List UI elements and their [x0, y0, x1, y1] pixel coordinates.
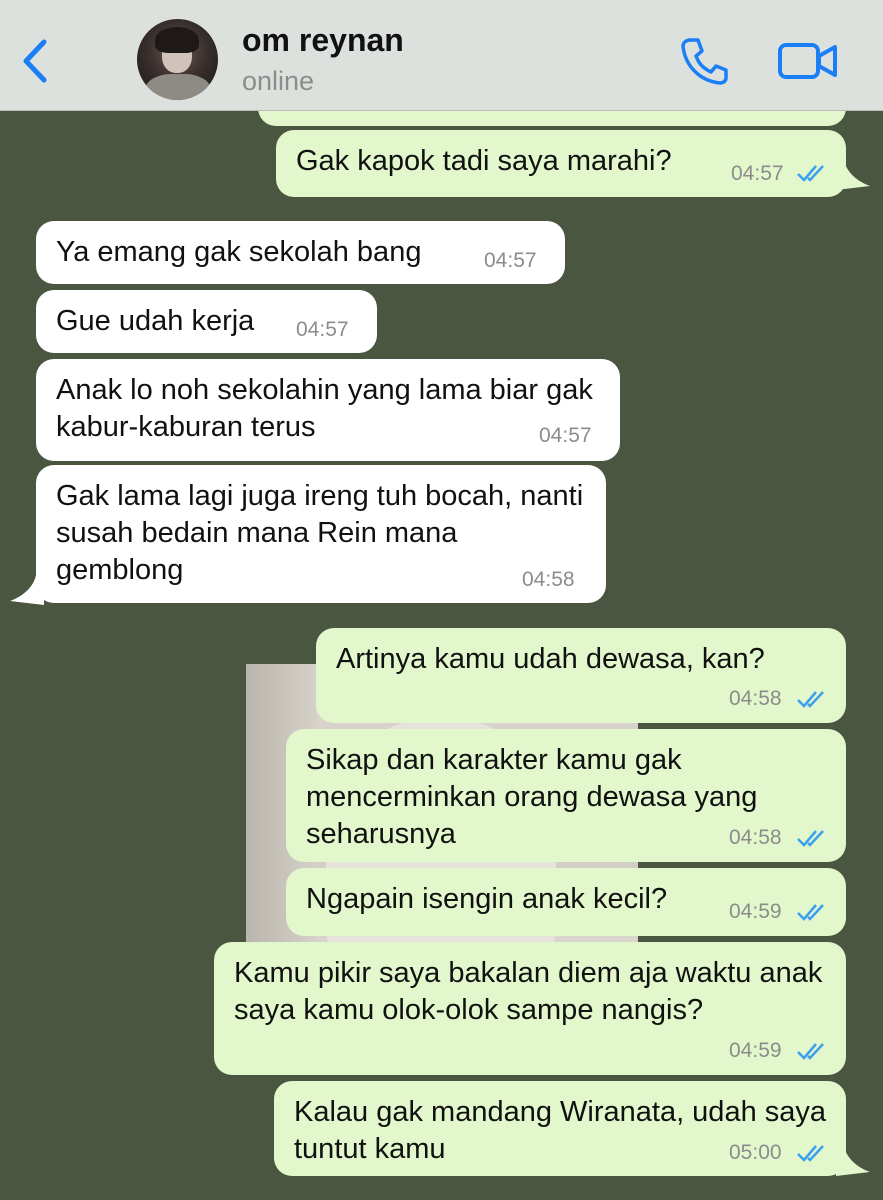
chat-header: om reynan online	[0, 0, 883, 111]
message-time: 04:58	[522, 568, 575, 591]
bubble-tail	[836, 1146, 870, 1176]
message-bubble-incoming[interactable]: Gak lama lagi juga ireng tuh bocah, nant…	[36, 465, 606, 603]
message-text: Ya emang gak sekolah bang	[56, 236, 422, 268]
contact-status: online	[242, 66, 315, 96]
read-receipt-icon	[797, 691, 824, 708]
contact-name[interactable]: om reynan	[242, 22, 404, 59]
chat-area: Gak kapok tadi saya marahi? 04:57 Ya ema…	[0, 88, 883, 1200]
avatar[interactable]	[137, 19, 218, 100]
message-time: 04:59	[729, 900, 782, 923]
message-text: Artinya kamu udah dewasa, kan?	[336, 643, 765, 675]
message-text: Gue udah kerja	[56, 305, 255, 337]
message-time: 05:00	[729, 1141, 782, 1164]
message-text: Ngapain isengin anak kecil?	[306, 883, 668, 915]
read-receipt-icon	[797, 830, 824, 847]
read-receipt-icon	[797, 1145, 824, 1162]
message-time: 04:57	[484, 249, 537, 272]
read-receipt-icon	[797, 165, 824, 182]
video-camera-icon[interactable]	[777, 40, 839, 82]
message-bubble-incoming[interactable]: Anak lo noh sekolahin yang lama biar gak…	[36, 359, 620, 461]
message-text: Sikap dan karakter kamu gak mencerminkan…	[306, 744, 758, 850]
bubble-tail	[10, 575, 44, 605]
message-time: 04:57	[731, 162, 784, 185]
read-receipt-icon	[797, 1043, 824, 1060]
message-text: Gak lama lagi juga ireng tuh bocah, nant…	[56, 480, 584, 586]
message-time: 04:59	[729, 1039, 782, 1062]
chevron-left-icon[interactable]	[18, 36, 54, 86]
message-time: 04:58	[729, 826, 782, 849]
message-time: 04:57	[539, 424, 592, 447]
phone-icon[interactable]	[678, 35, 730, 87]
message-text: Kamu pikir saya bakalan diem aja waktu a…	[234, 957, 823, 1026]
message-text: Anak lo noh sekolahin yang lama biar gak…	[56, 374, 593, 443]
message-time: 04:58	[729, 687, 782, 710]
read-receipt-icon	[797, 904, 824, 921]
bubble-tail	[836, 160, 870, 190]
message-text: Gak kapok tadi saya marahi?	[296, 145, 672, 177]
message-time: 04:57	[296, 318, 349, 341]
